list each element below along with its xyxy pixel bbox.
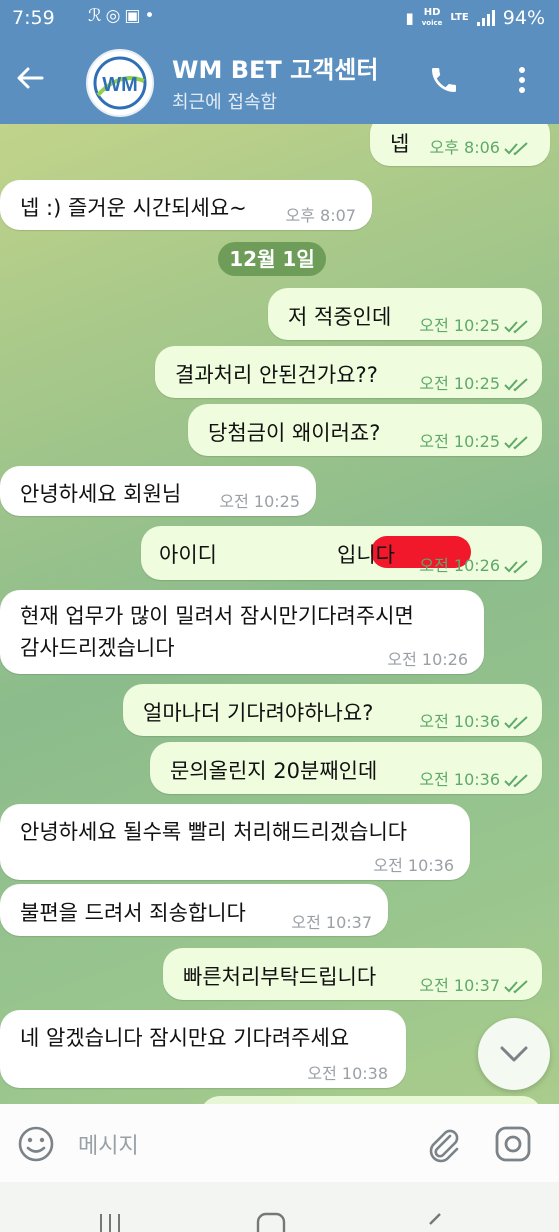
home-icon[interactable] (256, 1212, 286, 1232)
message-bubble-outgoing[interactable]: 아이디 입니다 오전 10:26 (141, 526, 542, 580)
message-list[interactable]: 넵 오후 8:06 넵 :) 즐거운 시간되세요~ 오후 8:07 12월 1일… (0, 124, 559, 1104)
message-text: 넵 (390, 132, 410, 156)
chat-title[interactable]: WM BET 고객센터 (172, 50, 378, 85)
message-bubble-outgoing[interactable]: 빠른처리부탁드립니다 오전 10:37 (163, 948, 542, 1000)
message-text: 문의올린지 20분째인데 (170, 759, 378, 783)
message-bubble-outgoing[interactable]: 당첨금이 왜이러죠? 오전 10:25 (188, 404, 542, 456)
message-time: 오전 10:37 (419, 972, 530, 996)
wm-logo-icon: WM (90, 53, 150, 113)
back-nav-icon[interactable] (420, 1212, 450, 1232)
message-input[interactable]: 메시지 (78, 1128, 139, 1160)
double-check-icon (504, 141, 528, 155)
message-time: 오전 10:36 (373, 856, 454, 875)
message-text: 얼마나더 기다려야하나요? (143, 701, 374, 725)
double-check-icon (504, 319, 528, 333)
double-check-icon (504, 559, 528, 573)
message-time: 오전 10:38 (307, 1064, 388, 1083)
message-time: 오전 10:36 (419, 766, 530, 790)
message-text: 넵 :) 즐거운 시간되세요~ (20, 196, 247, 220)
double-check-icon (504, 715, 528, 729)
last-seen-status: 최근에 접속함 (172, 92, 278, 113)
message-bubble-outgoing[interactable]: 문의올린지 20분째인데 오전 10:36 (150, 742, 542, 794)
message-bubble-outgoing[interactable]: 넵 오후 8:06 (370, 124, 550, 166)
message-text: 안녕하세요 될수록 빨리 처리해드리겠습니다 (20, 820, 408, 844)
message-text: 결과처리 안된건가요?? (175, 363, 378, 387)
double-check-icon (504, 979, 528, 993)
message-time: 오전 10:36 (419, 708, 530, 732)
message-text: 당첨금이 왜이러죠? (208, 421, 381, 445)
date-divider: 12월 1일 (218, 242, 326, 276)
network-hd-label: HD (423, 7, 441, 18)
message-input-bar: 메시지 (0, 1104, 559, 1182)
message-time: 오전 10:25 (219, 492, 300, 511)
network-indicator: HD voice (422, 8, 443, 28)
double-check-icon (504, 773, 528, 787)
message-bubble-incoming[interactable]: 안녕하세요 될수록 빨리 처리해드리겠습니다 오전 10:36 (0, 804, 470, 880)
message-text: 저 적중인데 (288, 305, 392, 329)
message-time: 오전 10:37 (291, 913, 372, 932)
status-right: ▮ HD voice LTE 94% (405, 7, 545, 29)
message-time-label: 오전 10:25 (419, 432, 500, 451)
signal-icon (476, 10, 495, 26)
message-bubble-outgoing[interactable]: 결과처리 안된건가요?? 오전 10:25 (155, 346, 542, 398)
message-time-label: 오후 8:06 (429, 138, 500, 157)
message-time-label: 오전 10:26 (419, 556, 500, 575)
message-time: 오전 10:25 (419, 370, 530, 394)
more-options-icon[interactable] (507, 62, 537, 98)
message-bubble-incoming[interactable]: 네 알겠습니다 잠시만요 기다려주세요 오전 10:38 (0, 1010, 406, 1088)
camera-icon[interactable] (493, 1124, 533, 1164)
message-time: 오전 10:25 (419, 312, 530, 336)
status-bar: 7:59 ℛ◎▣• ▮ HD voice LTE 94% (0, 0, 559, 36)
message-bubble-outgoing[interactable] (200, 1096, 542, 1104)
message-time-label: 오전 10:25 (419, 316, 500, 335)
message-bubble-incoming[interactable]: 불편을 드려서 죄송합니다 오전 10:37 (0, 884, 388, 936)
message-time: 오후 8:07 (285, 206, 356, 225)
double-check-icon (504, 377, 528, 391)
message-time: 오전 10:26 (419, 552, 530, 576)
avatar-text: WM (102, 74, 138, 96)
network-type: LTE (450, 12, 469, 23)
network-voice-label: voice (421, 19, 443, 27)
battery-saver-icon: ▮ (405, 9, 414, 27)
message-text-line1: 현재 업무가 많이 밀려서 잠시만기다려주시면 (20, 604, 414, 628)
status-time: 7:59 (12, 7, 55, 29)
back-arrow-icon[interactable] (14, 62, 46, 94)
attach-icon[interactable] (423, 1124, 463, 1164)
chat-header: WM WM BET 고객센터 최근에 접속함 (0, 36, 559, 124)
message-text: 네 알겠습니다 잠시만요 기다려주세요 (20, 1026, 350, 1050)
notification-icons: ℛ◎▣• (88, 6, 159, 26)
message-time-label: 오전 10:36 (419, 770, 500, 789)
message-time: 오전 10:25 (419, 428, 530, 452)
message-text: 불편을 드려서 죄송합니다 (20, 901, 246, 925)
message-text: 아이디 (159, 543, 217, 567)
message-bubble-outgoing[interactable]: 저 적중인데 오전 10:25 (268, 288, 542, 340)
message-bubble-incoming[interactable]: 넵 :) 즐거운 시간되세요~ 오후 8:07 (0, 180, 372, 230)
emoji-icon[interactable] (16, 1124, 56, 1164)
message-text: 안녕하세요 회원님 (20, 482, 182, 506)
message-text-line2: 감사드리겠습니다 (20, 636, 175, 660)
phone-call-icon[interactable] (428, 64, 460, 96)
message-bubble-incoming[interactable]: 안녕하세요 회원님 오전 10:25 (0, 466, 316, 516)
scroll-to-bottom-button[interactable] (478, 1018, 550, 1090)
message-time-label: 오전 10:25 (419, 374, 500, 393)
message-bubble-incoming[interactable]: 현재 업무가 많이 밀려서 잠시만기다려주시면 감사드리겠습니다 오전 10:2… (0, 590, 484, 674)
message-time-label: 오전 10:37 (419, 976, 500, 995)
system-navigation-bar (0, 1182, 559, 1232)
message-bubble-outgoing[interactable]: 얼마나더 기다려야하나요? 오전 10:36 (123, 684, 542, 736)
message-time: 오후 8:06 (430, 134, 530, 158)
message-text: 빠른처리부탁드립니다 (183, 965, 377, 989)
chevron-down-icon (500, 1046, 528, 1062)
double-check-icon (504, 435, 528, 449)
message-text: 입니다 (337, 543, 395, 567)
battery-percent: 94% (502, 7, 545, 29)
avatar[interactable]: WM (86, 49, 154, 117)
message-time: 오전 10:26 (387, 650, 468, 669)
message-time-label: 오전 10:36 (419, 712, 500, 731)
recent-apps-icon[interactable] (95, 1212, 125, 1232)
